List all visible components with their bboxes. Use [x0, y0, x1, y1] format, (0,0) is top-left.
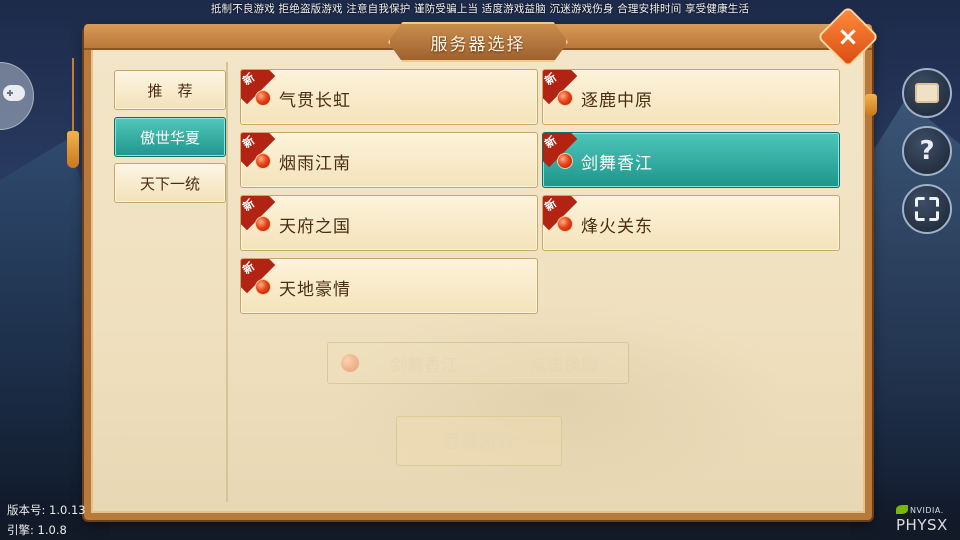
server-item[interactable]: 新 气贯长虹 [240, 69, 538, 125]
gamepad-icon [3, 85, 25, 101]
category-tianxia-yitong[interactable]: 天下一统 [114, 163, 226, 203]
version-number: 版本号: 1.0.13 [7, 503, 86, 517]
server-item[interactable]: 新 烟雨江南 [240, 132, 538, 188]
login-button: 登录游戏 [396, 416, 562, 466]
version-info: 版本号: 1.0.13 引擎: 1.0.8 [7, 500, 86, 540]
category-recommended[interactable]: 推 荐 [114, 70, 226, 110]
nvidia-eye-icon [896, 505, 908, 514]
category-aoshi-huaxia[interactable]: 傲世华夏 [114, 117, 226, 157]
server-name: 剑舞香江 [581, 154, 653, 174]
tassel-right [864, 52, 878, 116]
title-plaque: 服务器选择 [388, 22, 568, 62]
tassel-left [66, 58, 80, 168]
server-status-icon [255, 279, 271, 295]
current-server-name: 剑舞香江 [390, 356, 458, 376]
server-status-icon [255, 153, 271, 169]
server-status-icon [557, 90, 573, 106]
scroll-icon [915, 83, 939, 103]
server-item[interactable]: 新 天地豪情 [240, 258, 538, 314]
server-name: 烽火关东 [581, 217, 653, 237]
server-item[interactable]: 新 天府之国 [240, 195, 538, 251]
gamepad-tab[interactable] [0, 62, 34, 130]
scan-icon [915, 197, 939, 221]
server-item[interactable]: 新 逐鹿中原 [542, 69, 840, 125]
engine-version: 引擎: 1.0.8 [7, 523, 67, 537]
nvidia-label: NVIDIA. [910, 506, 944, 515]
current-server-status-icon [341, 354, 359, 372]
server-name: 气贯长虹 [279, 91, 351, 111]
server-name: 烟雨江南 [279, 154, 351, 174]
panel-watermark [330, 300, 790, 500]
help-button[interactable]: ? [902, 126, 952, 176]
category-column: 推 荐 傲世华夏 天下一统 [104, 62, 228, 502]
question-icon: ? [919, 136, 935, 166]
health-notice: 抵制不良游戏 拒绝盗版游戏 注意自我保护 谨防受骗上当 适度游戏益脑 沉迷游戏伤… [210, 3, 750, 15]
server-status-icon [255, 90, 271, 106]
server-status-icon [557, 153, 573, 169]
scan-button[interactable] [902, 184, 952, 234]
physx-label: PHYSX [896, 516, 948, 534]
dialog-title: 服务器选择 [430, 34, 526, 55]
server-item-selected[interactable]: 新 剑舞香江 [542, 132, 840, 188]
server-name: 天府之国 [279, 217, 351, 237]
announcement-button[interactable] [902, 68, 952, 118]
server-item[interactable]: 新 烽火关东 [542, 195, 840, 251]
close-icon[interactable]: × [832, 21, 864, 53]
server-status-icon [557, 216, 573, 232]
switch-server-link: 点击换服 [530, 356, 598, 376]
server-name: 逐鹿中原 [581, 91, 653, 111]
server-name: 天地豪情 [279, 280, 351, 300]
physx-logo: NVIDIA. PHYSX [896, 504, 956, 536]
server-status-icon [255, 216, 271, 232]
